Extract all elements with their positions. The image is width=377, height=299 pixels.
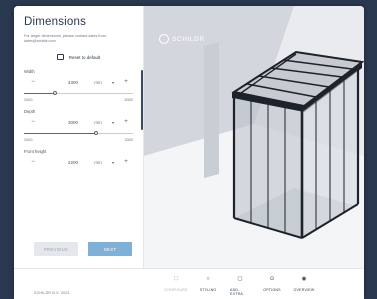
width-unit-select[interactable]: mm <box>84 80 112 85</box>
front-height-increase-button[interactable]: + <box>120 159 132 165</box>
depth-min: 2400 <box>24 138 33 142</box>
step-styling[interactable]: ○ STYLING <box>198 275 218 296</box>
reset-icon <box>56 54 64 60</box>
configurator-window: Dimensions For larger dimensions, please… <box>14 6 364 299</box>
step-label: OVERVIEW <box>293 288 315 292</box>
circle-icon: ○ <box>206 276 210 282</box>
width-max: 8300 <box>124 98 133 102</box>
slider-fill <box>24 133 96 134</box>
depth-label: Depth <box>24 109 36 114</box>
step-options[interactable]: ⊙ OPTIONS <box>262 275 282 296</box>
depth-increase-button[interactable]: + <box>120 119 132 125</box>
width-input[interactable]: 4300 <box>42 80 84 85</box>
dimensions-panel: Dimensions For larger dimensions, please… <box>14 6 144 268</box>
chevron-down-icon: ▾ <box>112 119 115 125</box>
panel-scrollbar[interactable] <box>141 70 143 130</box>
width-label: Width <box>24 69 35 74</box>
cube-icon: ⬡ <box>173 276 179 282</box>
depth-input[interactable]: 3000 <box>42 120 84 125</box>
front-height-input[interactable]: 2200 <box>42 160 84 165</box>
step-label: OPTIONS <box>263 288 281 292</box>
chevron-down-icon: ▾ <box>112 79 115 85</box>
eye-icon: ◉ <box>301 276 307 282</box>
contact-hint: For larger dimensions, please contact sa… <box>24 34 106 43</box>
slider-fill <box>24 93 55 94</box>
step-configure[interactable]: ⬡ CONFIGURE <box>164 275 188 296</box>
depth-range: 2400 3300 <box>24 138 133 142</box>
options-icon: ⊙ <box>269 276 275 282</box>
width-decrease-button[interactable]: − <box>24 79 42 85</box>
veranda-render <box>144 6 364 268</box>
slider-handle[interactable] <box>93 131 98 135</box>
width-slider[interactable] <box>24 90 133 96</box>
panel-title: Dimensions <box>24 16 87 28</box>
brand-name: SCHILDR <box>172 35 205 43</box>
step-navigation: ⬡ CONFIGURE ○ STYLING ▢ ADD-EXTRA ⊙ OPTI… <box>164 275 315 296</box>
footer-bar: SCHILDR B.V. 2023 ⬡ CONFIGURE ○ STYLING … <box>14 268 364 299</box>
depth-unit-select[interactable]: mm <box>84 120 112 125</box>
step-label: ADD-EXTRA <box>230 288 243 296</box>
chevron-down-icon: ▾ <box>112 159 115 165</box>
front-height-unit-select[interactable]: mm <box>84 160 112 165</box>
step-label: CONFIGURE <box>164 288 188 292</box>
slider-handle[interactable] <box>52 91 57 95</box>
depth-max: 3300 <box>124 138 133 142</box>
width-min: 2400 <box>24 98 33 102</box>
width-field: Width − 4300 mm ▾ + 2400 8300 <box>24 69 133 102</box>
front-height-stepper[interactable]: − 2200 mm ▾ + <box>24 156 133 168</box>
width-range: 2400 8300 <box>24 98 133 102</box>
step-overview[interactable]: ◉ OVERVIEW <box>293 275 315 296</box>
reset-button[interactable]: Reset to default <box>24 52 133 62</box>
previous-button[interactable]: PREVIOUS <box>34 242 78 256</box>
front-height-label: Front height <box>24 149 47 154</box>
depth-stepper[interactable]: − 3000 mm ▾ + <box>24 116 133 128</box>
next-button[interactable]: NEXT <box>88 242 132 256</box>
width-stepper[interactable]: − 4300 mm ▾ + <box>24 76 133 88</box>
brand-logo: SCHILDR <box>159 34 205 44</box>
depth-decrease-button[interactable]: − <box>24 119 42 125</box>
step-add-extra[interactable]: ▢ ADD-EXTRA <box>230 275 250 296</box>
depth-field: Depth − 3000 mm ▾ + 2400 3300 <box>24 109 133 142</box>
copyright-text: SCHILDR B.V. 2023 <box>34 291 70 295</box>
background-frame: Dimensions For larger dimensions, please… <box>0 0 377 299</box>
logo-icon <box>159 34 169 44</box>
width-increase-button[interactable]: + <box>120 79 132 85</box>
reset-label: Reset to default <box>68 54 101 60</box>
box-icon: ▢ <box>237 276 243 282</box>
panel-actions: PREVIOUS NEXT <box>34 242 132 256</box>
front-height-decrease-button[interactable]: − <box>24 159 42 165</box>
depth-slider[interactable] <box>24 130 133 136</box>
step-label: STYLING <box>199 288 217 292</box>
front-height-field: Front height − 2200 mm ▾ + <box>24 149 133 168</box>
3d-viewer[interactable]: SCHILDR <box>144 6 364 268</box>
